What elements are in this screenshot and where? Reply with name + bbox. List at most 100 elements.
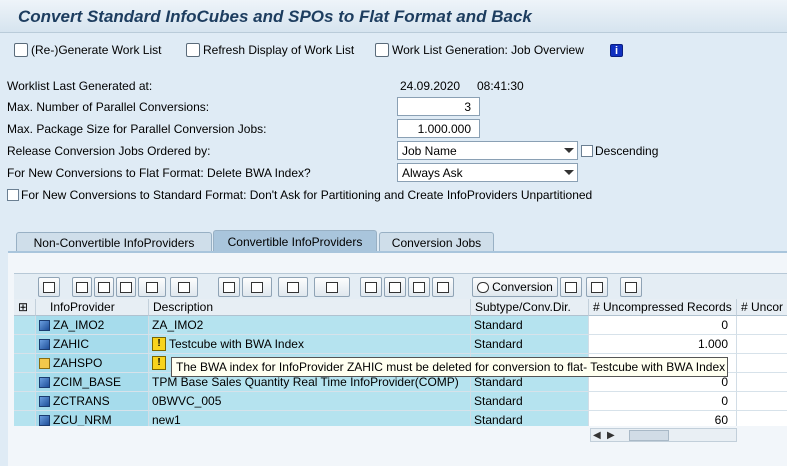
tab-convertible[interactable]: Convertible InfoProviders — [213, 230, 377, 252]
provider-name: ZAHSPO — [53, 356, 103, 370]
page-title: Convert Standard InfoCubes and SPOs to F… — [18, 7, 532, 26]
infocube-icon — [39, 414, 50, 426]
row-selector[interactable] — [14, 335, 36, 354]
infocube-icon — [39, 319, 50, 331]
script-icon — [565, 281, 577, 293]
infocube-icon — [39, 376, 50, 388]
table-row-description: ZA_IMO2 — [149, 316, 471, 335]
regenerate-worklist-button[interactable]: (Re-)Generate Work List — [14, 41, 161, 59]
delete-bwa-label: For New Conversions to Flat Format: Dele… — [7, 166, 311, 180]
find-next-button[interactable] — [138, 277, 166, 297]
scroll-thumb[interactable] — [629, 430, 669, 441]
table-row-subtype: Standard — [471, 335, 589, 354]
job-overview-button[interactable]: Work List Generation: Job Overview — [375, 41, 584, 59]
table-row-provider[interactable]: ZCU_NRM — [36, 411, 149, 426]
column-header-description[interactable]: Description — [149, 299, 471, 316]
overview-button[interactable] — [432, 277, 454, 297]
find-button[interactable] — [116, 277, 136, 297]
provider-name: ZAHIC — [53, 337, 89, 351]
scroll-right-icon[interactable]: ▶ — [607, 430, 615, 441]
partitioning-checkbox[interactable] — [7, 189, 19, 201]
warning-icon[interactable]: ! — [152, 337, 166, 351]
refresh-icon — [365, 281, 377, 293]
last-generated-label: Worklist Last Generated at: — [7, 79, 153, 93]
filter-button[interactable] — [170, 277, 198, 297]
table-row-provider[interactable]: ZAHIC — [36, 335, 149, 354]
bwa-index-tooltip: The BWA index for InfoProvider ZAHIC mus… — [171, 357, 728, 377]
infocube-icon — [39, 395, 50, 407]
provider-name: ZCTRANS — [53, 394, 110, 408]
max-parallel-input[interactable]: 3 — [397, 97, 480, 116]
layout-button[interactable] — [314, 277, 350, 297]
export-button[interactable] — [278, 277, 308, 297]
tab-conversion-jobs[interactable]: Conversion Jobs — [379, 232, 494, 252]
spo-icon — [39, 357, 50, 369]
row-selector[interactable] — [14, 373, 36, 392]
layout-icon — [326, 281, 338, 293]
sort-ascending-button[interactable] — [72, 277, 92, 297]
script-button[interactable] — [560, 277, 582, 297]
info-button[interactable]: i — [610, 41, 623, 59]
table-row-provider[interactable]: ZCIM_BASE — [36, 373, 149, 392]
tab-label: Conversion Jobs — [391, 235, 482, 250]
table-row-extra — [737, 335, 787, 354]
horizontal-scrollbar[interactable]: ◀ ▶ — [590, 428, 737, 442]
tab-label: Convertible InfoProviders — [227, 234, 363, 249]
descending-label: Descending — [595, 144, 659, 158]
select-all-icon[interactable]: ⊞ — [14, 299, 36, 316]
table-row-records: 1.000 — [589, 335, 737, 354]
row-selector[interactable] — [14, 392, 36, 411]
sort-descending-button[interactable] — [94, 277, 114, 297]
script-icon — [591, 281, 603, 293]
print-icon — [223, 281, 235, 293]
column-header-uncompressed[interactable]: # Uncompressed Records — [589, 299, 737, 316]
title-bar: Convert Standard InfoCubes and SPOs to F… — [0, 0, 787, 33]
descending-checkbox[interactable] — [581, 145, 593, 157]
conversion-button[interactable]: Conversion — [472, 277, 558, 297]
refresh-button[interactable] — [360, 277, 382, 297]
edit-button[interactable] — [384, 277, 406, 297]
lock-button[interactable] — [620, 277, 642, 297]
job-overview-label: Work List Generation: Job Overview — [392, 43, 584, 57]
release-order-select[interactable]: Job Name — [397, 141, 578, 160]
table-row-extra — [737, 392, 787, 411]
table-row-provider[interactable]: ZA_IMO2 — [36, 316, 149, 335]
warning-icon[interactable]: ! — [152, 356, 166, 370]
table-row-provider[interactable]: ZCTRANS — [36, 392, 149, 411]
print-button[interactable] — [218, 277, 240, 297]
delete-bwa-select[interactable]: Always Ask — [397, 163, 578, 182]
column-header-infoprovider[interactable]: InfoProvider — [36, 299, 149, 316]
document-button[interactable] — [408, 277, 430, 297]
column-header-subtype[interactable]: Subtype/Conv.Dir. — [471, 299, 589, 316]
sort-icon — [98, 281, 110, 293]
provider-name: ZA_IMO2 — [53, 318, 105, 332]
overview-icon — [437, 281, 449, 293]
convert-icon — [477, 281, 490, 293]
scroll-left-icon[interactable]: ◀ — [593, 430, 601, 441]
column-header-uncompressed-more[interactable]: # Uncor — [737, 299, 787, 316]
table-row-provider[interactable]: ZAHSPO — [36, 354, 149, 373]
filter-icon — [178, 281, 190, 293]
infocube-icon — [39, 338, 50, 350]
pencil-icon — [389, 281, 401, 293]
row-selector[interactable] — [14, 316, 36, 335]
sort-icon — [76, 281, 88, 293]
delete-bwa-value: Always Ask — [402, 165, 463, 180]
views-button[interactable] — [242, 277, 272, 297]
table-row-description: 0BWVC_005 — [149, 392, 471, 411]
script-view-button[interactable] — [586, 277, 608, 297]
find-icon — [120, 281, 132, 293]
row-selector[interactable] — [14, 411, 36, 426]
table-row-subtype: Standard — [471, 392, 589, 411]
row-selector[interactable] — [14, 354, 36, 373]
release-order-value: Job Name — [402, 143, 457, 158]
tab-non-convertible[interactable]: Non-Convertible InfoProviders — [16, 232, 212, 252]
details-button[interactable] — [38, 277, 60, 297]
max-package-input[interactable]: 1.000.000 — [397, 119, 480, 138]
table-row-extra — [737, 373, 787, 392]
views-icon — [251, 281, 263, 293]
partitioning-label: For New Conversions to Standard Format: … — [21, 188, 593, 202]
refresh-worklist-button[interactable]: Refresh Display of Work List — [186, 41, 354, 59]
lock-icon — [625, 281, 637, 293]
table-row-records: 0 — [589, 316, 737, 335]
